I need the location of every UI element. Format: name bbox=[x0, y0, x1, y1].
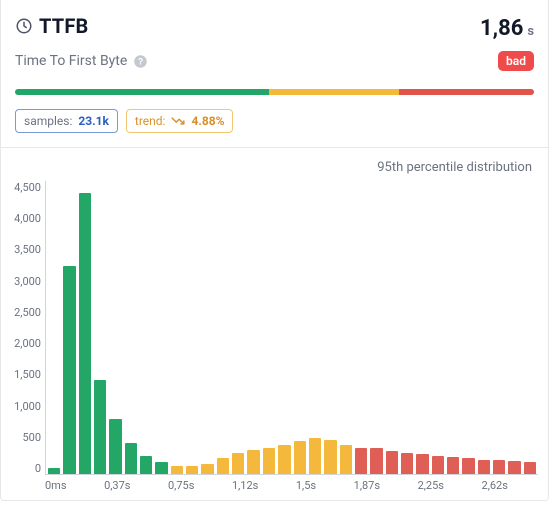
chart-bar[interactable] bbox=[416, 454, 428, 474]
help-icon[interactable]: ? bbox=[133, 54, 148, 69]
chart-bar[interactable] bbox=[432, 456, 444, 474]
chart-bar[interactable] bbox=[524, 462, 536, 474]
x-tick: 2,62s bbox=[482, 479, 508, 492]
y-tick: 3,000 bbox=[14, 275, 41, 288]
pills-row: samples: 23.1k trend: 4.88% bbox=[15, 109, 534, 133]
x-axis-labels: 0ms 0,37s 0,75s 1,12s 1,5s 1,87s 2,25s 2,62s bbox=[45, 479, 538, 492]
range-mid bbox=[269, 89, 399, 95]
x-tick: 0ms bbox=[45, 479, 67, 492]
y-tick: 4,000 bbox=[14, 212, 41, 225]
x-axis: 0ms 0,37s 0,75s 1,12s 1,5s 1,87s 2,25s 2,62s bbox=[5, 475, 538, 494]
x-tick: 0,37s bbox=[104, 479, 130, 492]
chart-area: 95th percentile distribution 4,500 4,000 3… bbox=[1, 147, 548, 494]
chart-bar[interactable] bbox=[508, 461, 520, 474]
y-tick: 4,500 bbox=[14, 181, 41, 194]
subtitle-text: Time To First Byte bbox=[15, 53, 127, 69]
chart-bar[interactable] bbox=[340, 445, 352, 474]
chart-bars bbox=[46, 181, 538, 474]
chart-title: 95th percentile distribution bbox=[5, 156, 538, 175]
metric-title: TTFB bbox=[39, 14, 88, 38]
chart-bar[interactable] bbox=[386, 451, 398, 474]
ttfb-card: TTFB 1,86 s Time To First Byte ? bad sam… bbox=[0, 0, 549, 501]
chart-bar[interactable] bbox=[370, 448, 382, 474]
svg-text:?: ? bbox=[138, 56, 143, 66]
range-bar bbox=[15, 89, 534, 95]
y-axis: 4,500 4,000 3,500 3,000 2,500 2,000 1,500 1,000… bbox=[5, 181, 45, 475]
chart-bar[interactable] bbox=[109, 419, 121, 474]
x-tick: 1,5s bbox=[296, 479, 316, 492]
chart-bar[interactable] bbox=[125, 443, 137, 474]
samples-label: samples: bbox=[24, 114, 72, 128]
trend-down-icon bbox=[171, 116, 185, 126]
chart-bar[interactable] bbox=[324, 440, 336, 474]
chart-bar[interactable] bbox=[447, 457, 459, 474]
x-tick: 0,75s bbox=[168, 479, 194, 492]
metric-value: 1,86 bbox=[480, 16, 523, 41]
clock-icon bbox=[15, 17, 33, 35]
chart-bar[interactable] bbox=[309, 438, 321, 474]
chart-bar[interactable] bbox=[247, 450, 259, 474]
chart-bar[interactable] bbox=[140, 456, 152, 474]
chart-bar[interactable] bbox=[263, 448, 275, 474]
chart-bar[interactable] bbox=[171, 466, 183, 474]
chart-bar[interactable] bbox=[478, 460, 490, 474]
status-badge: bad bbox=[498, 51, 534, 71]
chart-bar[interactable] bbox=[355, 448, 367, 474]
y-tick: 2,500 bbox=[14, 306, 41, 319]
chart-bar[interactable] bbox=[201, 464, 213, 474]
range-poor bbox=[399, 89, 534, 95]
chart-bar[interactable] bbox=[278, 445, 290, 474]
y-tick: 3,500 bbox=[14, 243, 41, 256]
metric-subtitle: Time To First Byte ? bbox=[15, 53, 148, 69]
metric-unit: s bbox=[527, 24, 534, 39]
sub-row: Time To First Byte ? bad bbox=[15, 51, 534, 71]
chart-bar[interactable] bbox=[294, 441, 306, 474]
samples-value: 23.1k bbox=[78, 114, 109, 128]
trend-label: trend: bbox=[135, 114, 166, 128]
chart-bar[interactable] bbox=[48, 468, 60, 475]
chart-bar[interactable] bbox=[94, 380, 106, 474]
chart-bar[interactable] bbox=[63, 266, 75, 474]
title-group: TTFB bbox=[15, 14, 88, 38]
chart-bar[interactable] bbox=[401, 453, 413, 474]
chart-bar[interactable] bbox=[462, 458, 474, 474]
x-tick: 2,25s bbox=[418, 479, 444, 492]
chart-bar[interactable] bbox=[155, 462, 167, 474]
x-tick: 1,12s bbox=[232, 479, 258, 492]
y-tick: 1,000 bbox=[14, 400, 41, 413]
samples-pill[interactable]: samples: 23.1k bbox=[15, 109, 118, 133]
header-row: TTFB 1,86 s bbox=[15, 14, 534, 41]
chart-bar[interactable] bbox=[186, 466, 198, 474]
chart-plot bbox=[45, 181, 538, 475]
chart-body: 4,500 4,000 3,500 3,000 2,500 2,000 1,500 1,000… bbox=[5, 175, 538, 475]
trend-value: 4.88% bbox=[191, 114, 224, 128]
y-tick: 1,500 bbox=[14, 368, 41, 381]
chart-bar[interactable] bbox=[79, 193, 91, 474]
chart-bar[interactable] bbox=[232, 453, 244, 474]
range-good bbox=[15, 89, 269, 95]
trend-pill[interactable]: trend: 4.88% bbox=[126, 109, 234, 133]
x-tick: 1,87s bbox=[354, 479, 380, 492]
y-tick: 0 bbox=[35, 462, 41, 475]
metric-value-group: 1,86 s bbox=[480, 16, 534, 41]
chart-bar[interactable] bbox=[217, 458, 229, 474]
y-tick: 500 bbox=[22, 431, 41, 444]
chart-bar[interactable] bbox=[493, 460, 505, 474]
y-tick: 2,000 bbox=[14, 337, 41, 350]
